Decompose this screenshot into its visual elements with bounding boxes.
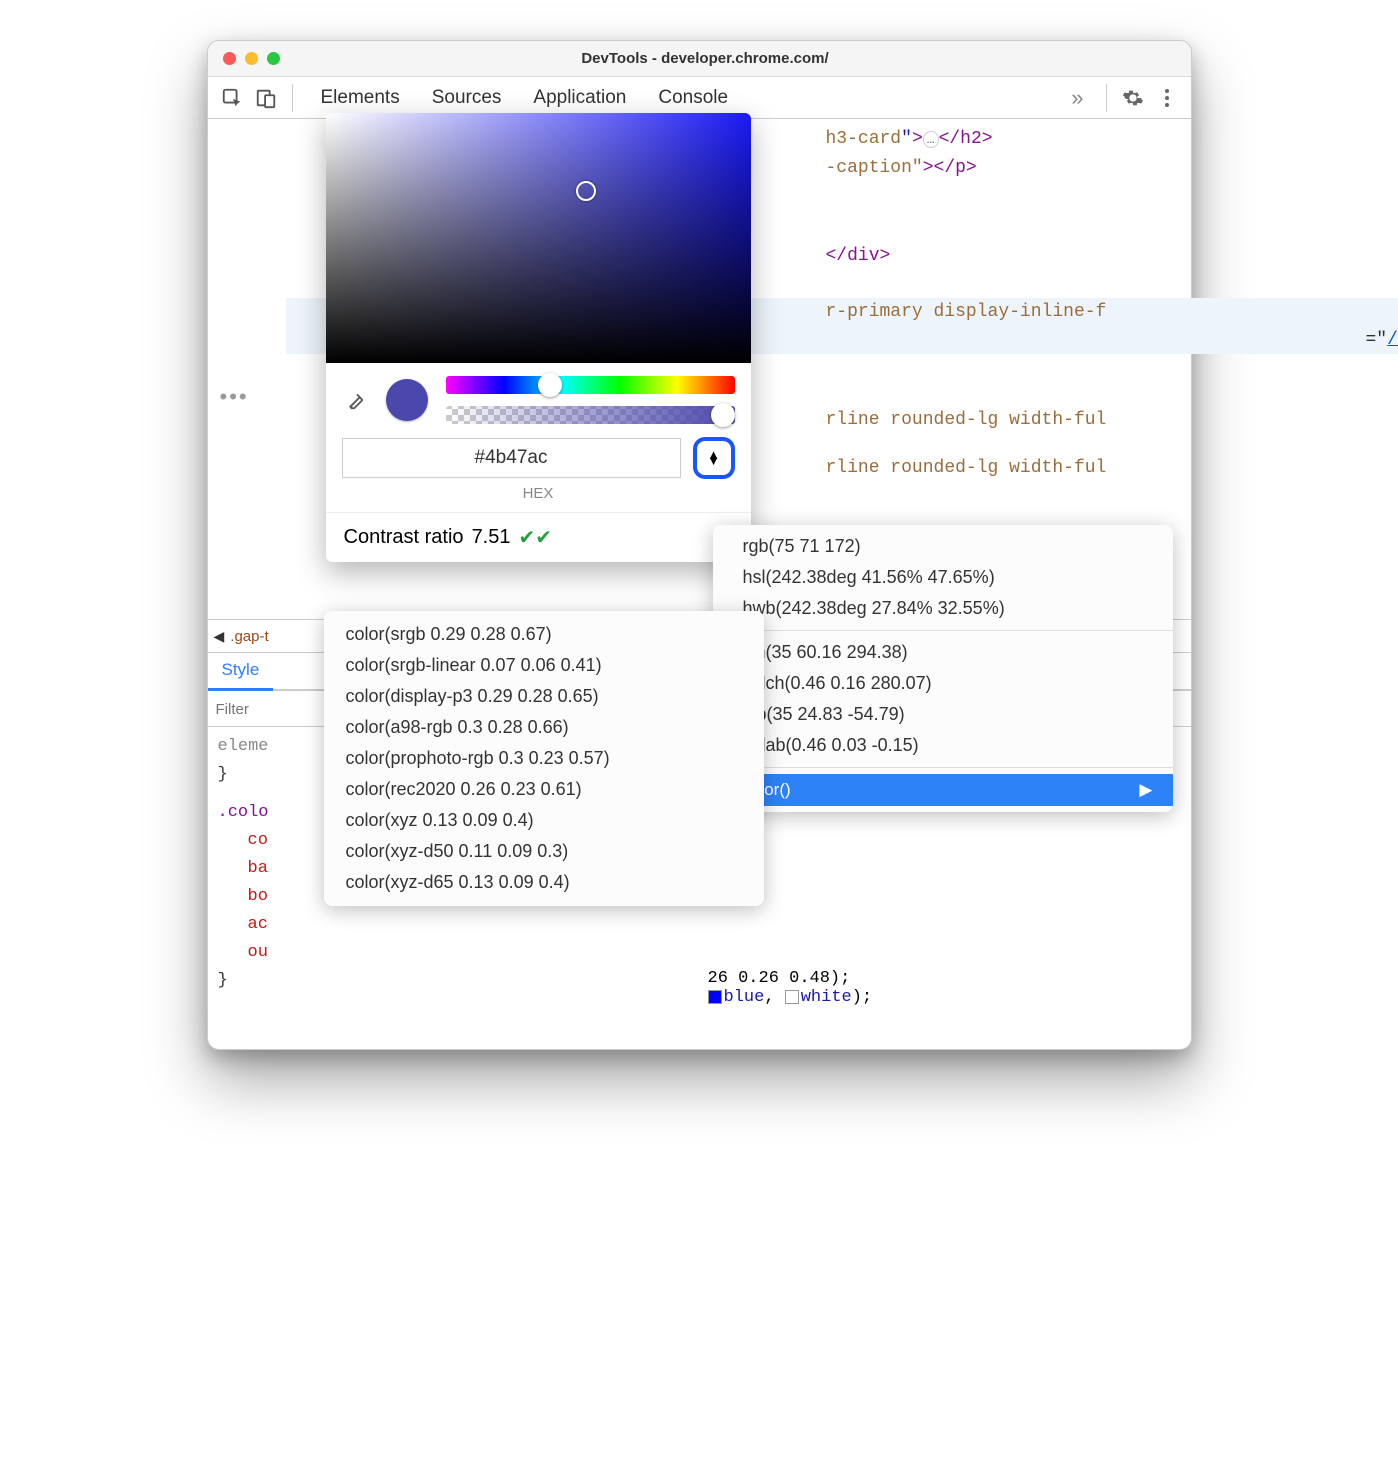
menu-separator bbox=[713, 630, 1173, 631]
color-format-toggle-button[interactable]: ▲ ▼ bbox=[693, 437, 735, 479]
color-picker-popover: ▲ ▼ HEX Contrast ratio 7.51 ✔✔ bbox=[326, 113, 751, 562]
color-swatch-icon[interactable] bbox=[708, 990, 722, 1004]
sv-cursor-icon[interactable] bbox=[576, 181, 596, 201]
main-tabs: Elements Sources Application Console bbox=[305, 81, 1066, 115]
color-format-menu: rgb(75 71 172) hsl(242.38deg 41.56% 47.6… bbox=[713, 525, 1173, 812]
menu-item[interactable]: color(xyz-d50 0.11 0.09 0.3) bbox=[324, 836, 764, 867]
divider bbox=[1106, 84, 1107, 112]
breadcrumb-segment[interactable]: .gap-t bbox=[230, 628, 268, 645]
menu-item[interactable]: oklab(0.46 0.03 -0.15) bbox=[713, 730, 1173, 761]
submenu-arrow-icon: ▶ bbox=[1139, 780, 1152, 800]
chevron-down-icon: ▼ bbox=[707, 458, 720, 464]
divider bbox=[292, 84, 293, 112]
menu-item-highlighted[interactable]: color() ▶ bbox=[713, 774, 1173, 806]
href-link[interactable]: /blog/insider-dec-22/ bbox=[1387, 330, 1398, 350]
collapsed-node-icon[interactable]: ••• bbox=[214, 384, 249, 410]
tab-application[interactable]: Application bbox=[531, 81, 628, 115]
menu-item[interactable]: lch(35 60.16 294.38) bbox=[713, 637, 1173, 668]
menu-item[interactable]: color(prophoto-rgb 0.3 0.23 0.57) bbox=[324, 743, 764, 774]
menu-separator bbox=[713, 767, 1173, 768]
tab-overflow-button[interactable]: » bbox=[1071, 85, 1083, 111]
breadcrumb-scroll-left-icon[interactable]: ◀ bbox=[214, 628, 225, 645]
menu-item[interactable]: color(xyz 0.13 0.09 0.4) bbox=[324, 805, 764, 836]
tab-elements[interactable]: Elements bbox=[319, 81, 402, 115]
titlebar: DevTools - developer.chrome.com/ bbox=[208, 41, 1191, 77]
tab-styles[interactable]: Style bbox=[208, 654, 274, 691]
menu-item[interactable]: color(xyz-d65 0.13 0.09 0.4) bbox=[324, 867, 764, 898]
menu-item[interactable]: rgb(75 71 172) bbox=[713, 531, 1173, 562]
current-color-swatch bbox=[386, 379, 428, 421]
menu-item[interactable]: color(rec2020 0.26 0.23 0.61) bbox=[324, 774, 764, 805]
hue-thumb[interactable] bbox=[538, 373, 562, 397]
css-prop[interactable]: ac bbox=[218, 911, 1181, 939]
css-prop[interactable]: ou bbox=[218, 939, 1181, 967]
menu-item[interactable]: color(display-p3 0.29 0.28 0.65) bbox=[324, 681, 764, 712]
hue-slider[interactable] bbox=[446, 376, 735, 394]
window-title: DevTools - developer.chrome.com/ bbox=[220, 50, 1191, 67]
menu-item[interactable]: color(a98-rgb 0.3 0.28 0.66) bbox=[324, 712, 764, 743]
alpha-thumb[interactable] bbox=[711, 403, 735, 427]
menu-item[interactable]: color(srgb-linear 0.07 0.06 0.41) bbox=[324, 650, 764, 681]
menu-item[interactable]: oklch(0.46 0.16 280.07) bbox=[713, 668, 1173, 699]
color-format-label: HEX bbox=[326, 479, 751, 512]
color-swatch-icon[interactable] bbox=[785, 990, 799, 1004]
kebab-menu-icon[interactable] bbox=[1153, 84, 1181, 112]
tab-sources[interactable]: Sources bbox=[430, 81, 504, 115]
contrast-pass-icon: ✔✔ bbox=[519, 525, 553, 550]
saturation-value-field[interactable] bbox=[326, 113, 751, 363]
hex-input[interactable] bbox=[342, 438, 681, 478]
color-function-submenu: color(srgb 0.29 0.28 0.67) color(srgb-li… bbox=[324, 611, 764, 906]
alpha-slider[interactable] bbox=[446, 406, 735, 424]
menu-item[interactable]: color(srgb 0.29 0.28 0.67) bbox=[324, 619, 764, 650]
menu-item[interactable]: lab(35 24.83 -54.79) bbox=[713, 699, 1173, 730]
tab-console[interactable]: Console bbox=[656, 81, 730, 115]
device-toolbar-icon[interactable] bbox=[252, 84, 280, 112]
inspect-element-icon[interactable] bbox=[218, 84, 246, 112]
contrast-ratio-row[interactable]: Contrast ratio 7.51 ✔✔ bbox=[326, 512, 751, 562]
menu-item[interactable]: hsl(242.38deg 41.56% 47.65%) bbox=[713, 562, 1173, 593]
devtools-window: DevTools - developer.chrome.com/ Element… bbox=[207, 40, 1192, 1050]
css-value[interactable]: 26 0.26 0.48); blue, white); bbox=[708, 969, 873, 1007]
eyedropper-icon[interactable] bbox=[346, 389, 368, 411]
settings-gear-icon[interactable] bbox=[1119, 84, 1147, 112]
menu-item[interactable]: hwb(242.38deg 27.84% 32.55%) bbox=[713, 593, 1173, 624]
